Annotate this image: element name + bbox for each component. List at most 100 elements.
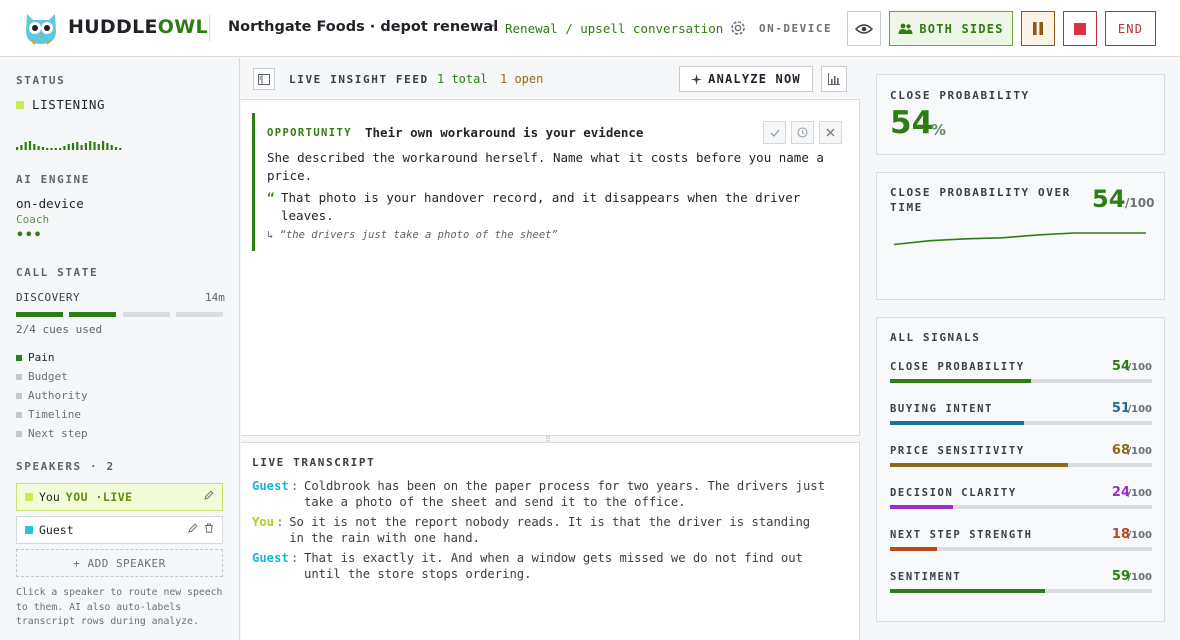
insight-body: She described the workaround herself. Na… <box>267 150 824 183</box>
end-call-button[interactable]: END <box>1105 11 1156 46</box>
signal-row: PRICE SENSITIVITY 68/100 <box>890 443 1152 470</box>
panel-resize-handle[interactable]: ⠿ <box>241 435 860 444</box>
signal-row: SENTIMENT 59/100 <box>890 569 1152 596</box>
suggested-line-text: That photo is your handover record, and … <box>281 190 801 223</box>
owl-logo-icon <box>26 14 56 45</box>
speaker-you[interactable]: You YOU ·LIVE <box>16 483 223 511</box>
quote-mark: “ <box>267 190 275 205</box>
title-separator: · <box>489 19 497 34</box>
level-bar <box>89 141 92 150</box>
insight-total-count: 1 total <box>437 72 488 86</box>
call-title: Northgate Foods · depot renewal <box>228 19 499 35</box>
cue-status-marker <box>16 411 22 418</box>
cue-item: Authority <box>16 389 88 402</box>
speakers-heading: SPEAKERS · 2 <box>16 460 115 473</box>
signal-label: CLOSE PROBABILITY <box>890 361 1025 373</box>
signal-bar-track <box>890 379 1152 383</box>
insight-open-count: 1 open <box>500 72 544 86</box>
analyze-now-label: ANALYZE NOW <box>708 72 801 86</box>
level-bar <box>24 142 27 150</box>
speaker-name: Guest <box>39 523 74 537</box>
trend-series-line <box>893 232 1146 246</box>
cue-item: Pain <box>16 351 55 364</box>
signal-bar-fill <box>890 505 953 509</box>
level-bar <box>76 142 79 150</box>
signal-denominator: /100 <box>1127 404 1152 415</box>
level-bar <box>80 145 83 150</box>
insight-feed-title: LIVE INSIGHT FEED <box>289 73 429 86</box>
eye-icon <box>855 23 873 34</box>
call-type: Renewal / upsell conversation <box>505 21 724 36</box>
transcript-heading: LIVE TRANSCRIPT <box>252 456 376 469</box>
transcript-text: That is exactly it. And when a window ge… <box>304 551 803 581</box>
edit-icon[interactable] <box>188 523 198 533</box>
signal-row: BUYING INTENT 51/100 <box>890 401 1152 428</box>
trash-icon[interactable] <box>204 523 214 533</box>
add-speaker-button[interactable]: + ADD SPEAKER <box>16 549 223 577</box>
cue-status-marker <box>16 392 22 399</box>
speaker-separator: : <box>291 551 299 565</box>
level-bar <box>54 148 57 150</box>
trend-denominator: /100 <box>1125 196 1155 210</box>
accept-insight-button[interactable] <box>763 121 786 144</box>
cue-label: Budget <box>28 370 68 383</box>
level-bar <box>97 144 100 150</box>
close-probability-heading: CLOSE PROBABILITY <box>890 89 1030 102</box>
bar-chart-icon <box>828 73 840 85</box>
cue-label: Next step <box>28 427 88 440</box>
call-phase: DISCOVERY <box>16 291 81 304</box>
insight-feed-toolbar: LIVE INSIGHT FEED 1 total 1 open ANALYZE… <box>241 58 860 100</box>
speaker-color <box>25 493 33 501</box>
stop-recording-button[interactable] <box>1063 11 1097 46</box>
signal-bar-track <box>890 505 1152 509</box>
close-probability-value: 54 <box>890 105 934 141</box>
cue-progress-segment <box>16 312 63 317</box>
cue-label: Authority <box>28 389 88 402</box>
insight-title: Their own workaround is your evidence <box>365 125 644 140</box>
speaker-guest[interactable]: Guest <box>16 516 223 544</box>
signal-denominator: /100 <box>1127 572 1152 583</box>
cue-label: Pain <box>28 351 55 364</box>
level-bar <box>37 146 40 150</box>
level-bar <box>59 148 62 150</box>
sidebar-toggle-button[interactable] <box>253 68 275 90</box>
edit-icon[interactable] <box>204 490 214 500</box>
level-bar <box>28 141 32 150</box>
visibility-button[interactable] <box>847 11 881 46</box>
speaker-separator: : <box>276 515 284 529</box>
signal-label: PRICE SENSITIVITY <box>890 445 1025 457</box>
signal-bar-track <box>890 421 1152 425</box>
insight-actions <box>763 121 842 144</box>
analyze-now-button[interactable]: ANALYZE NOW <box>679 66 813 92</box>
status-heading: STATUS <box>16 74 66 87</box>
close-probability-trend-card: CLOSE PROBABILITY OVER TIME 54 /100 <box>876 172 1165 300</box>
level-bar <box>63 146 66 150</box>
signal-denominator: /100 <box>1127 530 1152 541</box>
status-indicator <box>16 101 24 109</box>
ai-engine-role: Coach <box>16 213 50 226</box>
dismiss-insight-button[interactable] <box>819 121 842 144</box>
cue-item: Timeline <box>16 408 81 421</box>
pause-icon <box>1033 22 1043 35</box>
all-signals-heading: ALL SIGNALS <box>890 331 981 344</box>
engine-mode-label: ON-DEVICE <box>759 22 833 35</box>
cue-item: Budget <box>16 370 68 383</box>
clock-icon <box>797 127 808 138</box>
signal-bar-track <box>890 463 1152 467</box>
both-sides-button[interactable]: BOTH SIDES <box>889 11 1013 46</box>
ai-engine-activity: ••• <box>16 228 43 243</box>
chart-view-button[interactable] <box>821 66 847 92</box>
insight-card[interactable]: OPPORTUNITY Their own workaround is your… <box>252 113 842 251</box>
pause-button[interactable] <box>1021 11 1055 46</box>
speaker-name: You <box>39 490 60 504</box>
speaker-separator: : <box>291 479 299 493</box>
cues-used-count: 2/4 cues used <box>16 323 103 336</box>
left-sidebar: STATUS LISTENING AI ENGINE on-device Coa… <box>0 58 240 640</box>
check-icon <box>770 129 779 137</box>
snooze-insight-button[interactable] <box>791 121 814 144</box>
signal-label: NEXT STEP STRENGTH <box>890 529 1033 541</box>
transcript-speaker: Guest <box>252 479 289 493</box>
top-bar: HUDDLEOWL Northgate Foods · depot renewa… <box>0 0 1180 57</box>
gear-icon[interactable] <box>729 19 747 37</box>
all-signals-card: ALL SIGNALS CLOSE PROBABILITY 54/100 BUYIN… <box>876 317 1165 622</box>
